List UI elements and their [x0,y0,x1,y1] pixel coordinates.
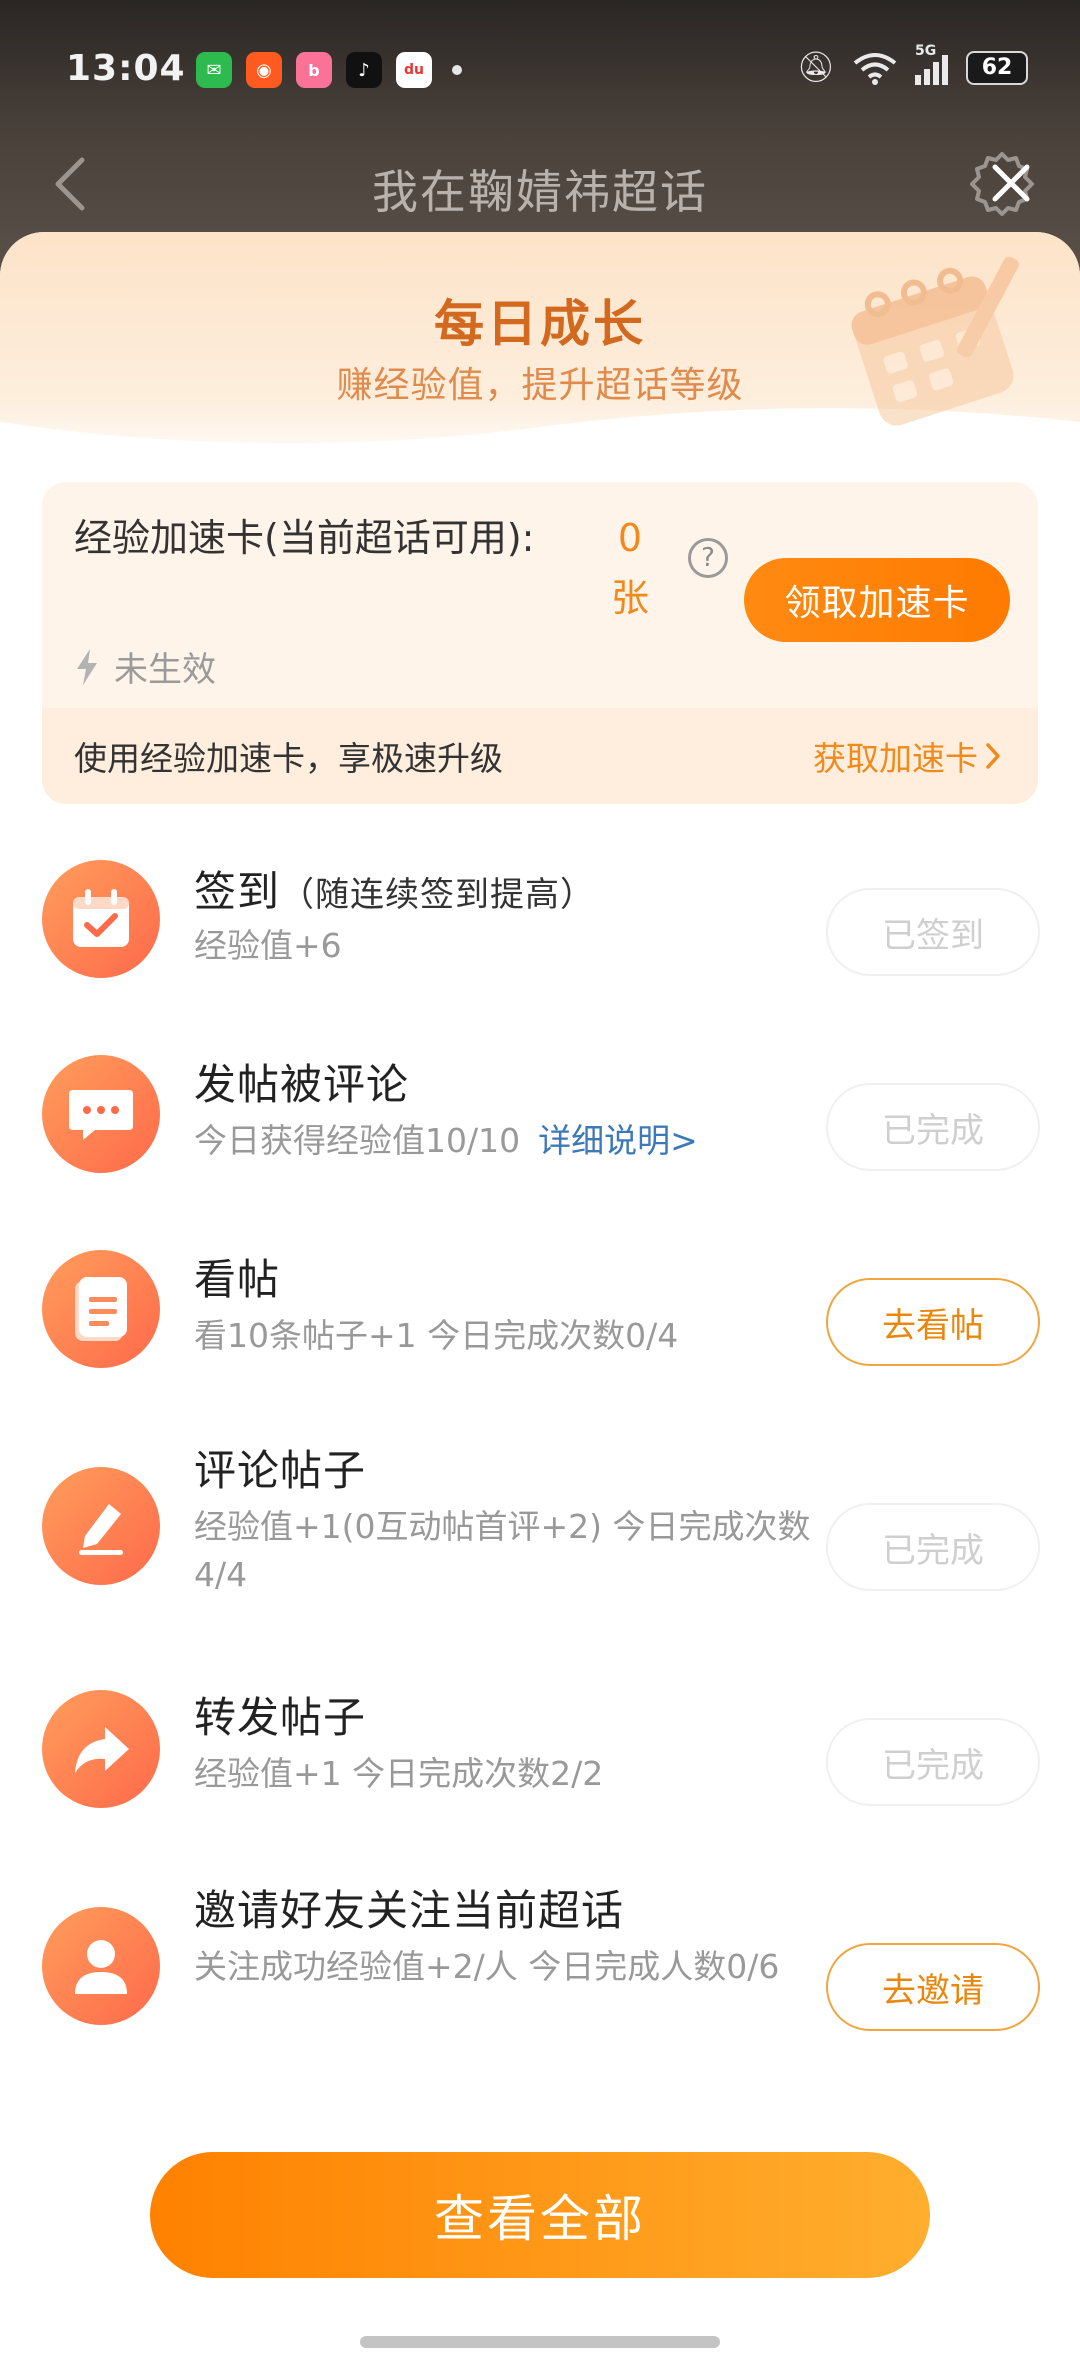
mute-icon: 🔕︎ [796,50,835,85]
boost-count-unit: 张 [610,576,649,620]
task-desc: 关注成功经验值+2/人 今日完成人数0/6 [194,1947,780,1986]
invite-friends-button[interactable]: 去邀请 [826,1943,1040,2031]
nav-bar: 我在鞠婧祎超话 [0,140,1080,230]
task-title-text: 签到 [194,867,281,916]
network-type: 5G [915,42,937,59]
boost-count: 0 张 [600,508,660,628]
notification-app-icons: ✉ ◉ b ♪ du [196,52,462,88]
wechat-icon: ✉ [196,52,232,88]
chat-bubble-icon [42,1055,160,1173]
chevron-right-icon [986,743,1000,769]
kuaishou-icon: ◉ [246,52,282,88]
task-desc-text: 今日获得经验值10/10 [194,1121,521,1160]
status-bar: 13:04 ✉ ◉ b ♪ du 🔕︎ 5G 62 [0,40,1080,104]
boost-status-text: 未生效 [114,650,216,690]
pencil-icon [42,1467,160,1585]
task-desc: 经验值+1(0互动帖首评+2) 今日完成次数4/4 [194,1507,811,1594]
boost-card: 经验加速卡(当前超话可用): 0 张 ? 领取加速卡 未生效 使用经验加速卡，享… [42,482,1038,804]
status-time: 13:04 [66,48,186,89]
details-link[interactable]: 详细说明> [538,1121,698,1160]
task-desc: 看10条帖子+1 今日完成次数0/4 [194,1316,679,1355]
task-title: 发帖被评论 [194,1060,410,1109]
task-desc: 经验值+1 今日完成次数2/2 [194,1754,604,1793]
signal-icon: 5G [915,43,948,85]
task-desc: 今日获得经验值10/10 详细说明> [194,1117,698,1165]
boost-status: 未生效 [74,642,216,691]
person-icon [42,1907,160,2025]
close-icon [992,164,1030,202]
task-title: 邀请好友关注当前超话 [194,1886,625,1935]
boost-label: 经验加速卡(当前超话可用): [74,516,535,560]
page-title: 我在鞠婧祎超话 [372,165,708,219]
task-title: 看帖 [194,1255,281,1304]
boost-count-value: 0 [617,516,643,560]
task-note: （随连续签到提高） [280,875,596,915]
boost-promo-bar: 使用经验加速卡，享极速升级 获取加速卡 [42,708,1038,804]
header-title: 每日成长 [434,295,646,353]
calendar-check-icon [42,860,160,978]
view-posts-button[interactable]: 去看帖 [826,1278,1040,1366]
comment-posts-status-button[interactable]: 已完成 [826,1503,1040,1591]
dewu-icon: du [396,52,432,88]
repost-status-button[interactable]: 已完成 [826,1718,1040,1806]
view-all-button[interactable]: 查看全部 [150,2152,930,2278]
task-desc: 经验值+6 [194,926,342,965]
header-subtitle: 赚经验值，提升超话等级 [336,365,744,406]
wifi-icon [853,52,897,85]
battery-level: 62 [981,55,1013,80]
get-boost-card-link[interactable]: 获取加速卡 [813,732,1002,780]
boost-card-top: 经验加速卡(当前超话可用): 0 张 ? 领取加速卡 未生效 [42,482,1038,708]
close-button[interactable] [976,148,1046,218]
help-icon[interactable]: ? [688,538,728,578]
claim-boost-card-button[interactable]: 领取加速卡 [744,558,1010,642]
post-commented-status-button[interactable]: 已完成 [826,1083,1040,1171]
task-title: 转发帖子 [194,1693,367,1742]
daily-growth-sheet: 每日成长 赚经验值，提升超话等级 经验加速卡(当前超话可用): 0 张 ? 领取… [0,232,1080,2374]
task-title: 签到（随连续签到提高） [194,858,595,919]
document-icon [42,1250,160,1368]
tiktok-icon: ♪ [346,52,382,88]
bilibili-icon: b [296,52,332,88]
lightning-icon [77,648,97,685]
boost-promo-text: 使用经验加速卡，享极速升级 [74,739,503,778]
battery-indicator: 62 [966,50,1028,85]
task-title: 评论帖子 [194,1446,367,1495]
sheet-header: 每日成长 赚经验值，提升超话等级 [0,232,1080,482]
status-indicators: 🔕︎ 5G 62 [796,43,1028,85]
share-arrow-icon [42,1690,160,1808]
get-boost-card-label: 获取加速卡 [813,739,978,778]
checkin-status-button[interactable]: 已签到 [826,888,1040,976]
more-notifications-dot [452,65,462,75]
home-indicator[interactable] [360,2336,720,2348]
